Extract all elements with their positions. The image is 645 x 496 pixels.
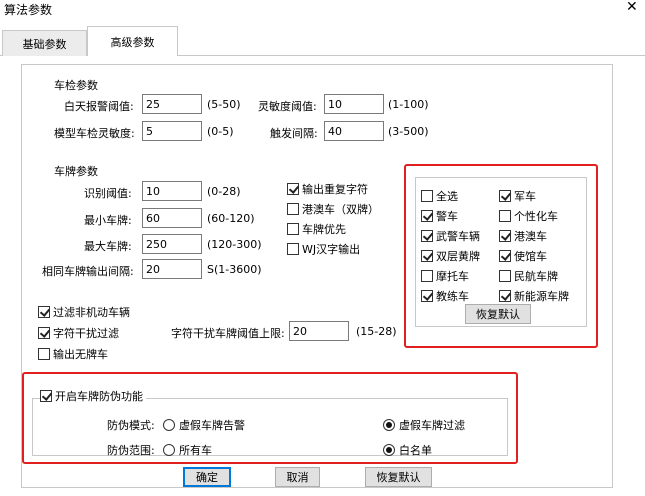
trigger-interval-input[interactable]: 40 (324, 121, 384, 141)
same-plate-interval-label: 相同车牌输出间隔: (42, 265, 134, 278)
mode-fake-alarm-radio[interactable]: 虚假车牌告警 (163, 417, 245, 433)
radio-dot (383, 419, 395, 431)
checkbox-box (499, 190, 511, 202)
plate-params-heading: 车牌参数 (54, 165, 98, 178)
checkbox-box (38, 327, 50, 339)
max-plate-input[interactable]: 250 (142, 234, 202, 254)
checkbox-box (499, 210, 511, 222)
trigger-interval-label: 触发间隔: (270, 127, 318, 140)
anti-fake-mode-label: 防伪模式: (107, 419, 155, 432)
restore-default-button[interactable]: 恢复默认 (365, 467, 432, 487)
checkbox-box (421, 230, 433, 242)
interfere-limit-input[interactable]: 20 (289, 321, 349, 341)
model-sensitivity-label: 模型车检灵敏度: (54, 127, 135, 140)
min-plate-range: (60-120) (207, 212, 255, 225)
vehicle-params-heading: 车检参数 (54, 79, 98, 92)
anti-fake-range-label: 防伪范围: (107, 444, 155, 457)
char-interfere-filter-checkbox[interactable]: 字符干扰过滤 (38, 325, 119, 341)
mode-fake-filter-radio[interactable]: 虚假车牌过滤 (383, 417, 465, 433)
hk-macau-double-checkbox[interactable]: 港澳车（双牌） (287, 201, 379, 217)
cancel-button[interactable]: 取消 (275, 467, 320, 487)
sensitivity-input[interactable]: 10 (324, 94, 384, 114)
checkbox-box (287, 203, 299, 215)
checkbox-box (287, 243, 299, 255)
radio-dot (163, 444, 175, 456)
daytime-alarm-label: 白天报警阈值: (64, 100, 134, 113)
checkbox-box (287, 223, 299, 235)
window-title: 算法参数 (4, 3, 53, 17)
plate-type-checkbox-left-4[interactable]: 摩托车 (421, 266, 480, 286)
max-plate-label: 最大车牌: (84, 240, 132, 253)
checkbox-box (421, 190, 433, 202)
model-sensitivity-range: (0-5) (207, 125, 234, 138)
min-plate-label: 最小车牌: (84, 214, 132, 227)
plate-type-checkbox-right-4[interactable]: 民航车牌 (499, 266, 569, 286)
sensitivity-label: 灵敏度阈值: (258, 100, 317, 113)
recog-threshold-label: 识别阈值: (84, 187, 132, 200)
checkbox-box (421, 210, 433, 222)
daytime-alarm-input[interactable]: 25 (142, 94, 202, 114)
interfere-limit-label: 字符干扰车牌阈值上限: (171, 327, 285, 340)
plate-type-checkbox-left-2[interactable]: 武警车辆 (421, 226, 480, 246)
output-no-plate-checkbox[interactable]: 输出无牌车 (38, 346, 108, 362)
radio-dot (383, 444, 395, 456)
checkbox-box (499, 250, 511, 262)
plate-type-checkbox-left-0[interactable]: 全选 (421, 186, 480, 206)
output-repeat-char-checkbox[interactable]: 输出重复字符 (287, 181, 368, 197)
checkbox-box (38, 348, 50, 360)
plate-priority-checkbox[interactable]: 车牌优先 (287, 221, 346, 237)
trigger-interval-range: (3-500) (388, 125, 429, 138)
checkbox-box (421, 270, 433, 282)
radio-dot (163, 419, 175, 431)
tab-label: 高级参数 (110, 35, 155, 49)
checkbox-box (40, 390, 52, 402)
plate-type-checkbox-right-3[interactable]: 使馆车 (499, 246, 569, 266)
range-all-vehicles-radio[interactable]: 所有车 (163, 442, 212, 458)
checkbox-box (287, 183, 299, 195)
ok-button[interactable]: 确定 (183, 467, 231, 487)
recog-threshold-range: (0-28) (207, 185, 241, 198)
close-icon[interactable]: ✕ (626, 0, 638, 15)
wj-chinese-output-checkbox[interactable]: WJ汉字输出 (287, 241, 360, 257)
checkbox-box (499, 270, 511, 282)
daytime-alarm-range: (5-50) (207, 98, 241, 111)
tab-label: 基础参数 (22, 37, 67, 51)
tab-advanced-params[interactable]: 高级参数 (87, 26, 178, 56)
min-plate-input[interactable]: 60 (142, 208, 202, 228)
checkbox-box (499, 290, 511, 302)
same-plate-interval-input[interactable]: 20 (142, 259, 202, 279)
plate-type-column-right: 军车 个性化车 港澳车 使馆车 民航车牌 新能源车牌 (499, 186, 569, 306)
types-restore-default-button[interactable]: 恢复默认 (465, 304, 531, 324)
plate-type-checkbox-left-3[interactable]: 双层黄牌 (421, 246, 480, 266)
sensitivity-range: (1-100) (388, 98, 429, 111)
plate-type-checkbox-right-5[interactable]: 新能源车牌 (499, 286, 569, 306)
plate-type-checkbox-right-2[interactable]: 港澳车 (499, 226, 569, 246)
enable-anti-fake-checkbox[interactable]: 开启车牌防伪功能 (40, 388, 146, 404)
plate-type-checkbox-left-5[interactable]: 教练车 (421, 286, 480, 306)
range-whitelist-radio[interactable]: 白名单 (383, 442, 432, 458)
plate-type-checkbox-right-0[interactable]: 军车 (499, 186, 569, 206)
checkbox-box (421, 290, 433, 302)
checkbox-box (38, 306, 50, 318)
filter-non-motor-checkbox[interactable]: 过滤非机动车辆 (38, 304, 130, 320)
checkbox-box (421, 250, 433, 262)
plate-type-column-left: 全选 警车 武警车辆 双层黄牌 摩托车 教练车 (421, 186, 480, 306)
same-plate-interval-range: S(1-3600) (207, 263, 262, 276)
recog-threshold-input[interactable]: 10 (142, 181, 202, 201)
model-sensitivity-input[interactable]: 5 (142, 121, 202, 141)
plate-type-checkbox-right-1[interactable]: 个性化车 (499, 206, 569, 226)
tab-basic-params[interactable]: 基础参数 (2, 30, 87, 56)
checkbox-box (499, 230, 511, 242)
max-plate-range: (120-300) (207, 238, 262, 251)
plate-type-checkbox-left-1[interactable]: 警车 (421, 206, 480, 226)
interfere-limit-range: (15-28) (356, 325, 397, 338)
